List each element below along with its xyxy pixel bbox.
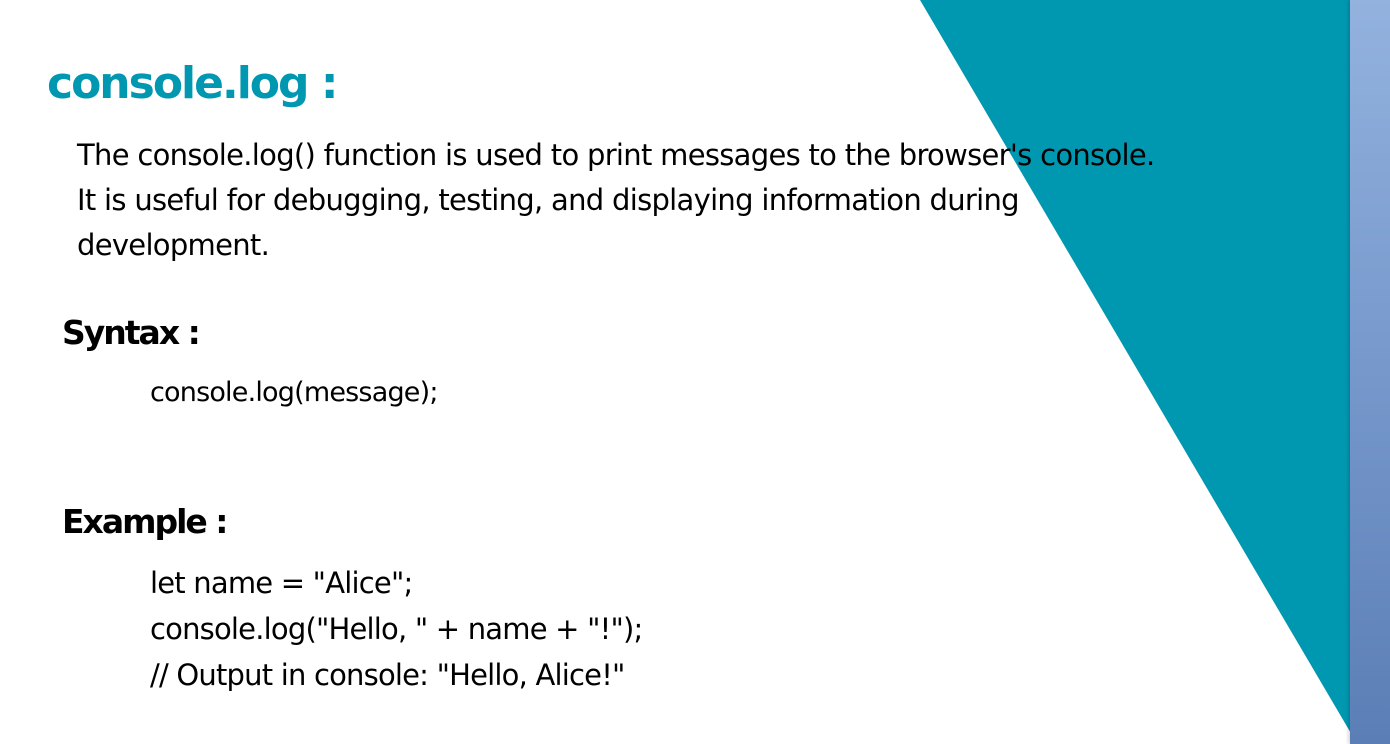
description-line: It is useful for debugging, testing, and… <box>77 183 1020 217</box>
example-code-line: // Output in console: "Hello, Alice!" <box>150 658 625 692</box>
slide-title: console.log : <box>47 58 338 109</box>
example-code-line: console.log("Hello, " + name + "!"); <box>150 612 643 646</box>
syntax-code: console.log(message); <box>150 377 438 408</box>
slide: console.log : The console.log() function… <box>0 0 1390 744</box>
description-line: The console.log() function is used to pr… <box>77 138 1155 172</box>
example-heading: Example : <box>62 502 228 541</box>
description-paragraph: The console.log() function is used to pr… <box>77 133 1317 268</box>
teal-triangle-shape <box>920 0 1352 735</box>
example-code-block: let name = "Alice"; console.log("Hello, … <box>150 560 643 698</box>
syntax-heading: Syntax : <box>62 313 201 352</box>
right-side-strip <box>1350 0 1390 744</box>
example-code-line: let name = "Alice"; <box>150 566 413 600</box>
description-line: development. <box>77 228 270 262</box>
